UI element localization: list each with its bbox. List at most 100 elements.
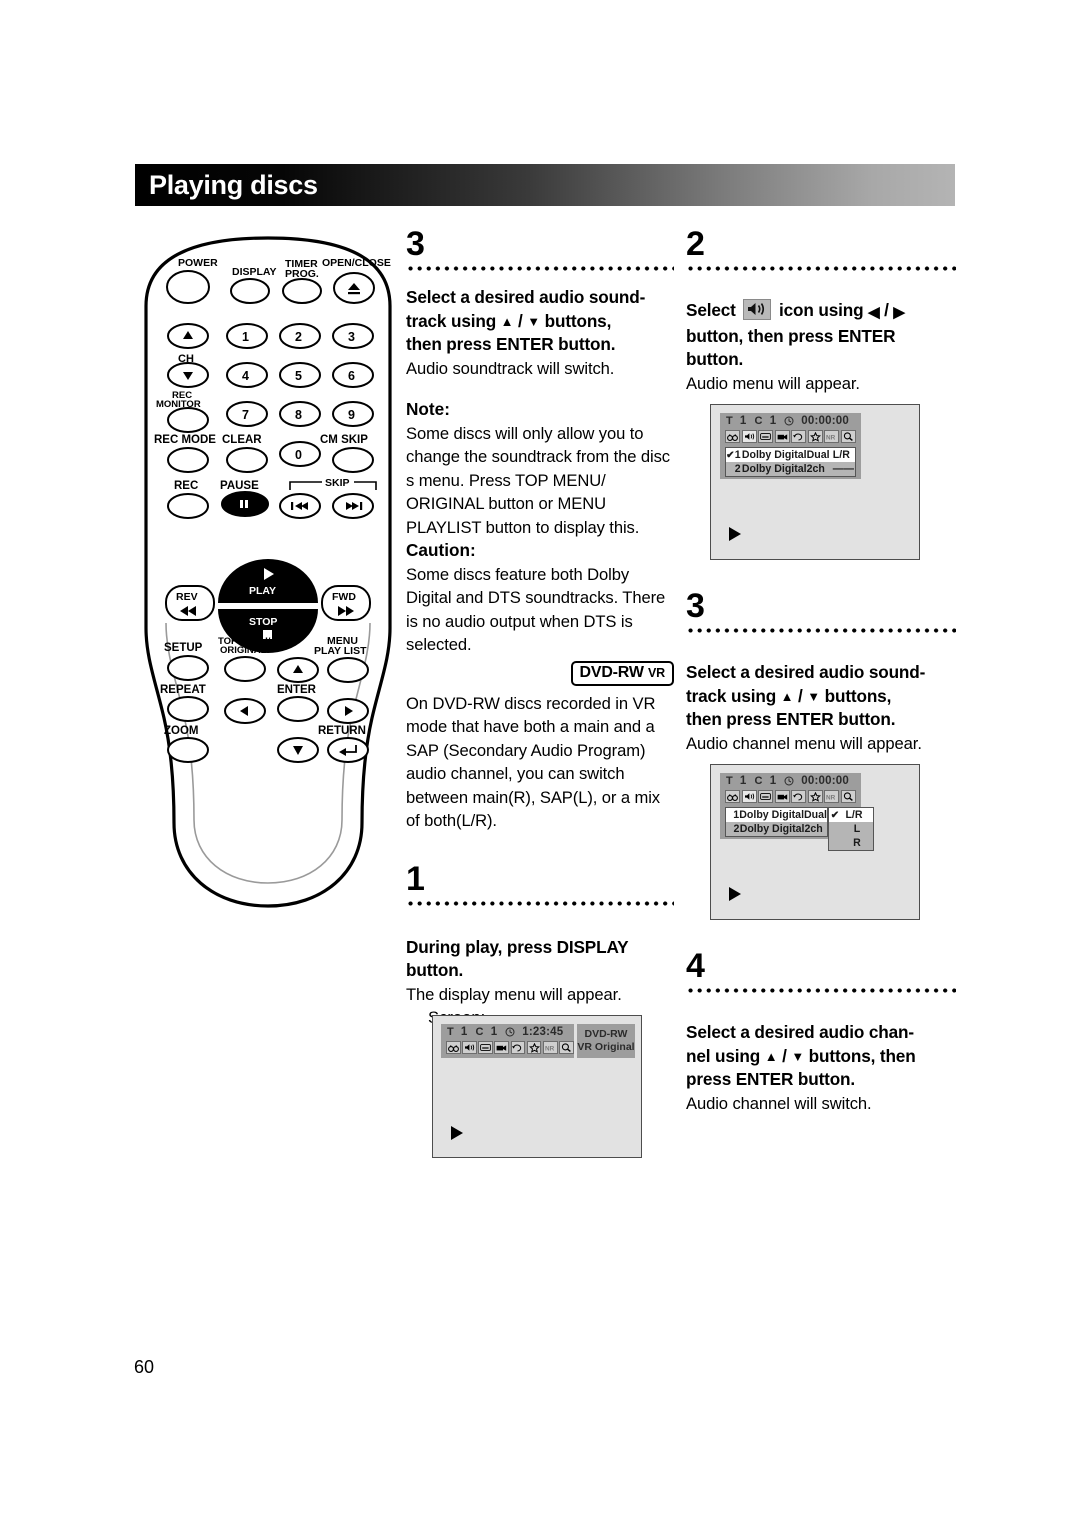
title-number: 1 (739, 415, 747, 427)
nr-noise-reduction-icon[interactable]: NR (542, 1041, 558, 1054)
track-index: 1 (734, 449, 741, 461)
step-heading-line2b: / (513, 310, 528, 331)
remote-key-1: 1 (242, 330, 249, 344)
tv-screen-audio-menu: T 1 C 1 00:00:00 NR ✔ 1 Dolby Digital Du… (710, 404, 920, 560)
step-heading: During play, press DISPLAY button. (406, 936, 674, 983)
disc-type-badge: DVD-RW VR (570, 660, 674, 686)
track-index: 2 (734, 463, 741, 475)
disc-format-indicator: DVD-RW VR Original (577, 1024, 635, 1058)
binoculars-icon[interactable] (725, 790, 740, 803)
binoculars-icon[interactable] (446, 1041, 461, 1054)
list-item[interactable]: ✔ L/R (829, 808, 873, 822)
svg-text:NR: NR (826, 434, 836, 441)
marker-star-icon[interactable] (526, 1041, 542, 1054)
section-header-banner: Playing discs (135, 164, 955, 206)
track-channel: L/R (832, 449, 850, 461)
osd-status-line: T 1 C 1 00:00:00 (720, 413, 861, 429)
repeat-icon[interactable] (791, 790, 806, 803)
remote-label-play: PLAY (249, 585, 276, 597)
list-item[interactable]: R (829, 836, 873, 850)
step-body: Audio channel will switch. (686, 1093, 872, 1113)
zoom-magnifier-icon[interactable] (840, 790, 856, 803)
audio-soundtrack-list[interactable]: ✔ 1 Dolby Digital Dual L/R 2 Dolby Digit… (725, 447, 856, 477)
step-block-1-middle: 1 During play, press DISPLAY button. The… (406, 859, 674, 1030)
tv-screen-display-menu: T 1 C 1 1:23:45 NR DVD-RW VR Original (432, 1015, 642, 1158)
clock-icon (784, 416, 794, 426)
step-body: Audio menu will appear. (686, 373, 860, 393)
list-item[interactable]: L (829, 822, 873, 836)
camera-angle-icon[interactable] (774, 430, 790, 443)
elapsed-time: 00:00:00 (801, 775, 849, 787)
speaker-icon[interactable] (741, 790, 757, 803)
step-number: 2 (686, 225, 705, 263)
remote-label-clear: CLEAR (222, 434, 262, 446)
marker-star-icon[interactable] (807, 430, 823, 443)
nr-noise-reduction-icon[interactable]: NR (824, 790, 839, 803)
remote-label-zoom: ZOOM (164, 725, 199, 737)
selected-check-icon: ✔ (726, 449, 735, 461)
zoom-magnifier-icon[interactable] (840, 430, 856, 443)
title-number: 1 (460, 1026, 468, 1038)
channel-label: R (853, 837, 861, 849)
title-number: 1 (739, 775, 747, 787)
svg-text:NR: NR (826, 794, 836, 801)
audio-channel-submenu[interactable]: ✔ L/R L R (828, 807, 874, 851)
down-triangle-icon: ▼ (807, 688, 820, 704)
remote-key-2: 2 (295, 330, 302, 344)
list-item[interactable]: 2 Dolby Digital 2ch —— (726, 462, 855, 476)
step-heading: Select a desired audio chan- nel using ▲… (686, 1021, 956, 1092)
camera-angle-icon[interactable] (774, 790, 790, 803)
step-heading-line3: then press ENTER button. (406, 334, 616, 354)
step-heading-part-c: / (879, 300, 894, 320)
list-item[interactable]: 2 Dolby Digital 2ch (726, 822, 827, 836)
up-triangle-icon: ▲ (500, 313, 514, 329)
disc-format-line2: VR Original (577, 1041, 635, 1053)
step-body: Audio channel menu will appear. (686, 733, 922, 753)
dotted-rule (686, 264, 956, 273)
remote-key-7: 7 (242, 408, 249, 422)
repeat-icon[interactable] (510, 1041, 526, 1054)
osd-icon-row: NR (720, 790, 861, 803)
step-heading-line1: Select a desired audio sound- (406, 287, 646, 307)
speaker-icon[interactable] (462, 1041, 477, 1054)
zoom-magnifier-icon[interactable] (559, 1041, 574, 1054)
step-heading-line2a: track using (406, 310, 501, 331)
caution-text: Some discs feature both Dolby Digital an… (406, 564, 666, 655)
speaker-icon[interactable] (741, 430, 757, 443)
remote-label-enter: ENTER (277, 684, 317, 696)
step-heading-line2a: track using (686, 685, 781, 706)
remote-label-menu-playlist-2: PLAY LIST (314, 645, 367, 657)
page-title: Playing discs (149, 170, 318, 200)
step-number: 1 (406, 859, 425, 898)
step-number: 4 (686, 947, 705, 985)
step-heading-line3: button. (686, 349, 744, 369)
list-item[interactable]: ✔ 1 Dolby Digital Dual L/R (726, 448, 855, 462)
step-heading-line2b: / (777, 1045, 792, 1066)
subtitle-icon[interactable] (758, 790, 773, 803)
track-channel: —— (832, 463, 854, 475)
osd-info-bar: T 1 C 1 1:23:45 NR (441, 1024, 574, 1058)
tv-screen-audio-channel-menu: T 1 C 1 00:00:00 NR 1 Dolby Digital Dual… (710, 764, 920, 920)
track-format: Dolby Digital (739, 823, 805, 835)
list-item[interactable]: 1 Dolby Digital Dual (726, 808, 827, 822)
binoculars-icon[interactable] (725, 430, 740, 443)
left-triangle-icon: ◀ (868, 304, 880, 321)
repeat-icon[interactable] (791, 430, 806, 443)
step-heading-line2a: nel using (686, 1045, 765, 1066)
audio-soundtrack-list[interactable]: 1 Dolby Digital Dual 2 Dolby Digital 2ch (725, 807, 828, 837)
subtitle-icon[interactable] (758, 430, 773, 443)
subtitle-icon[interactable] (478, 1041, 493, 1054)
title-marker-icon: T (726, 775, 733, 787)
remote-label-pause: PAUSE (220, 480, 259, 492)
marker-star-icon[interactable] (807, 790, 823, 803)
nr-noise-reduction-icon[interactable]: NR (824, 430, 839, 443)
camera-angle-icon[interactable] (494, 1041, 510, 1054)
play-indicator-icon (451, 1126, 463, 1140)
remote-key-9: 9 (348, 408, 355, 422)
clock-icon (784, 776, 794, 786)
svg-text:NR: NR (545, 1045, 555, 1052)
disc-format-line1: DVD-RW (584, 1028, 628, 1040)
dotted-rule (686, 626, 956, 635)
chapter-marker-icon: C (475, 1026, 484, 1038)
remote-label-skip: SKIP (325, 477, 350, 489)
